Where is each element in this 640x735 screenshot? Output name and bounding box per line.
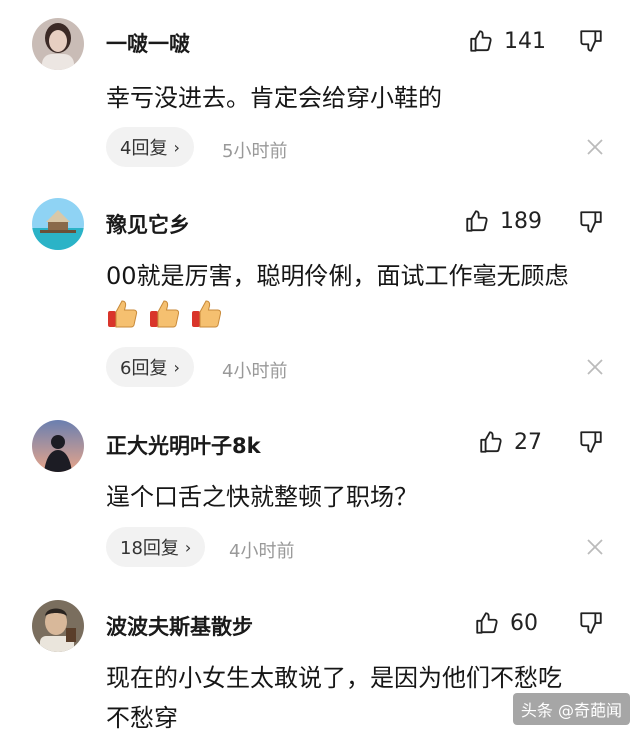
avatar[interactable] [32,600,84,652]
thumbs-up-emoji [108,300,138,328]
reply-count: 6回复 [120,358,168,379]
thumbs-up-icon [466,210,488,232]
comment-text: 现在的小女生太敢说了，是因为他们不愁吃不愁穿 [106,664,562,732]
thumbs-up-emoji [192,300,222,328]
thumbs-up-emoji [150,300,180,328]
reply-count: 18回复 [120,538,179,559]
avatar[interactable] [32,198,84,250]
username[interactable]: 波波夫斯基散步 [106,611,253,641]
watermark: 头条 @奇葩闻 [512,693,630,725]
like-count: 60 [510,610,538,636]
comment-text: 逞个口舌之快就整顿了职场？ [106,483,418,511]
close-icon[interactable] [586,538,604,556]
like-button[interactable]: 60 [474,608,538,638]
chevron-right-icon: › [184,537,192,557]
like-button[interactable]: 141 [468,26,546,56]
reply-count: 4回复 [120,138,168,159]
reply-button[interactable]: 18回复 › [106,527,206,567]
emoji-row [106,297,224,331]
comment-text: 幸亏没进去。肯定会给穿小鞋的 [106,84,442,112]
chevron-right-icon: › [173,137,180,157]
thumbs-up-icon [480,431,502,453]
thumbs-up-icon [476,612,498,634]
username[interactable]: 一啵一啵 [106,28,190,58]
timestamp: 5小时前 [222,141,288,162]
thumbs-up-icon [470,30,492,52]
avatar[interactable] [32,18,84,70]
avatar[interactable] [32,420,84,472]
thumbs-down-icon[interactable] [578,429,604,455]
like-button[interactable]: 189 [464,206,542,236]
reply-button[interactable]: 4回复 › [106,127,194,167]
like-count: 141 [504,28,546,54]
thumbs-down-icon[interactable] [578,28,604,54]
thumbs-down-icon[interactable] [578,610,604,636]
like-button[interactable]: 27 [478,427,542,457]
close-icon[interactable] [586,138,604,156]
thumbs-down-icon[interactable] [578,209,604,235]
close-icon[interactable] [586,358,604,376]
username[interactable]: 豫见它乡 [106,209,190,239]
comment-text: 00就是厉害，聪明伶俐，面试工作毫无顾虑 [106,262,569,290]
like-count: 27 [514,429,542,455]
reply-button[interactable]: 6回复 › [106,347,194,387]
chevron-right-icon: › [173,357,180,377]
timestamp: 4小时前 [229,541,295,562]
like-count: 189 [500,208,542,234]
timestamp: 4小时前 [222,361,288,382]
username[interactable]: 正大光明叶子8k [106,430,261,460]
